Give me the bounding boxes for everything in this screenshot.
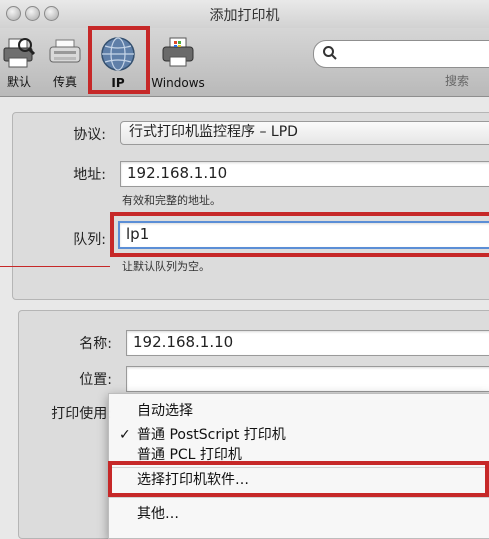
title-bar: 添加打印机 [0,0,489,28]
print-use-label: 打印使用: [51,406,112,422]
address-field[interactable]: 192.168.1.10 [120,161,489,187]
address-hint: 有效和完整的地址。 [122,194,221,207]
queue-highlight-box [110,212,489,257]
location-label: 位置: [79,372,112,388]
location-field[interactable] [126,366,489,392]
search-input[interactable] [313,40,489,68]
menu-separator [109,497,489,498]
fax-icon [49,39,81,63]
menu-item-generic-postscript[interactable]: ✓ 普通 PostScript 打印机 [109,424,489,446]
search-icon [323,46,337,60]
window-title: 添加打印机 [209,8,280,24]
menu-item-auto-select[interactable]: 自动选择 [109,400,489,422]
address-label: 地址: [73,167,106,183]
ip-highlight-box [88,26,150,94]
name-field[interactable]: 192.168.1.10 [126,330,489,356]
protocol-value: 行式打印机监控程序 – LPD [129,124,298,140]
queue-label: 队列: [73,232,106,248]
annotation-line [0,266,110,267]
toolbar-default-button[interactable]: 默认 [0,32,38,92]
toolbar-default-label: 默认 [6,75,31,89]
protocol-select[interactable]: 行式打印机监控程序 – LPD [120,121,489,145]
select-software-highlight-box [108,461,489,497]
toolbar-fax-label: 传真 [52,75,77,89]
printer-icon [3,38,36,68]
menu-item-other[interactable]: 其他… [109,503,489,525]
toolbar-windows-label: Windows [151,76,205,90]
name-label: 名称: [79,336,112,352]
search-label: 搜索 [445,74,470,88]
checkmark-icon: ✓ [119,427,131,443]
toolbar-fax-button[interactable]: 传真 [44,32,86,92]
queue-hint: 让默认队列为空。 [122,260,210,273]
toolbar-windows-button[interactable]: Windows [146,32,210,92]
protocol-label: 协议: [73,127,106,143]
windows-printer-icon [162,37,194,67]
